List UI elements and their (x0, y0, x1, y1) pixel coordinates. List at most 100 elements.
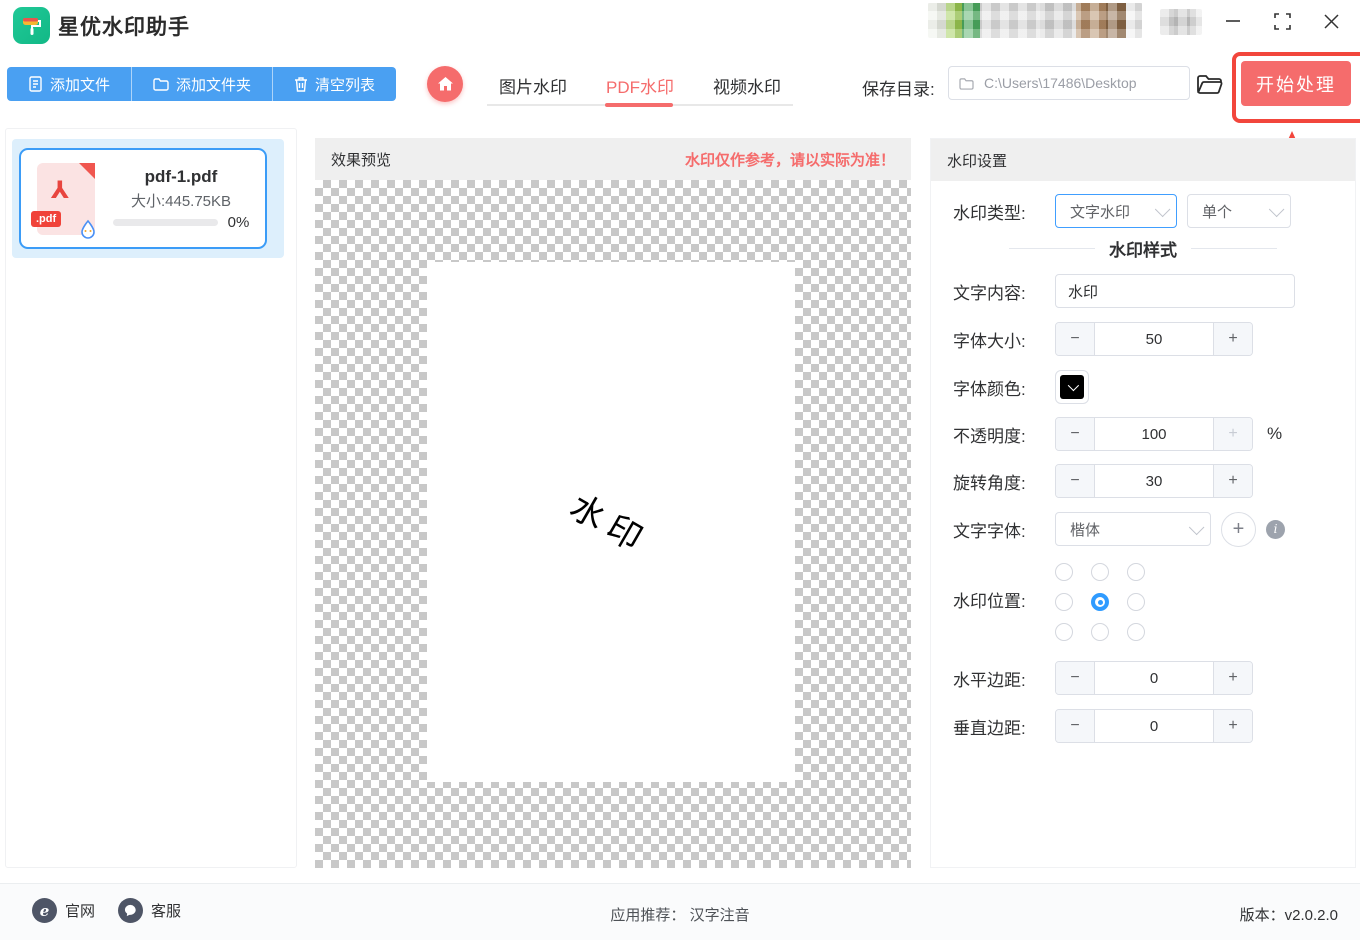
recommend-app-link[interactable]: 汉字注音 (690, 907, 750, 924)
watermark-drop-icon (79, 219, 97, 239)
censored-badge (1160, 9, 1202, 35)
text-content-label: 文字内容: (953, 283, 1026, 303)
clear-list-button[interactable]: 清空列表 (272, 67, 396, 101)
folder-icon (153, 77, 169, 91)
add-folder-button[interactable]: 添加文件夹 (131, 67, 272, 101)
v-margin-decrease-button[interactable]: − (1056, 710, 1095, 742)
chevron-down-icon (1154, 201, 1171, 217)
style-section-divider: 水印样式 (931, 235, 1355, 261)
h-margin-decrease-button[interactable]: − (1056, 662, 1095, 694)
color-swatch-black (1060, 375, 1084, 399)
v-margin-increase-button[interactable]: + (1213, 710, 1252, 742)
style-section-title: 水印样式 (1109, 240, 1177, 260)
version-text: 版本：v2.0.2.0 (1239, 907, 1338, 924)
h-margin-value[interactable]: 0 (1095, 662, 1213, 694)
pdf-badge: .pdf (31, 210, 62, 227)
tab-image-watermark[interactable]: 图片水印 (487, 67, 579, 107)
rotation-increase-button[interactable]: + (1213, 465, 1252, 497)
tab-pdf-watermark[interactable]: PDF水印 (594, 67, 686, 107)
preview-title: 效果预览 (331, 151, 392, 169)
pdf-file-icon: ⅄ .pdf (31, 162, 95, 239)
file-actions-group: 添加文件 添加文件夹 清空列表 (7, 67, 397, 101)
app-recommendation: 应用推荐： 汉字注音 (0, 904, 1360, 925)
watermark-mode-select[interactable]: 单个 (1187, 194, 1291, 228)
info-icon[interactable]: i (1266, 519, 1285, 539)
opacity-unit: % (1267, 424, 1283, 443)
position-radio-middle-left[interactable] (1055, 593, 1073, 611)
recommend-label: 应用推荐： (610, 907, 686, 924)
position-radio-top-left[interactable] (1055, 563, 1073, 581)
position-radio-bottom-right[interactable] (1127, 623, 1145, 641)
file-list-panel: ⅄ .pdf pdf-1.pdf 大小:445.75KB 0% (5, 128, 297, 868)
app-title: 星优水印助手 (58, 16, 190, 39)
rotation-label: 旋转角度: (953, 473, 1026, 493)
save-directory-field[interactable] (948, 66, 1190, 100)
file-progress-percent: 0% (227, 213, 250, 231)
watermark-type-label: 水印类型: (953, 203, 1026, 223)
trash-icon (294, 76, 308, 92)
font-size-value[interactable]: 50 (1095, 323, 1213, 355)
watermark-text-input[interactable] (1055, 274, 1295, 308)
tab-video-watermark[interactable]: 视频水印 (701, 67, 793, 107)
active-tab-indicator (605, 103, 673, 107)
font-size-decrease-button[interactable]: − (1056, 323, 1095, 355)
minimize-button[interactable] (1218, 8, 1248, 34)
vertical-margin-label: 垂直边距: (953, 718, 1026, 738)
home-icon (437, 76, 454, 92)
font-family-label: 文字字体: (953, 521, 1026, 541)
pdf-page-preview: 水印 (427, 262, 795, 782)
opacity-decrease-button[interactable]: − (1056, 418, 1095, 450)
rotation-stepper: − 30 + (1055, 464, 1253, 498)
chevron-down-icon (1188, 519, 1205, 535)
position-radio-middle-right[interactable] (1127, 593, 1145, 611)
font-size-increase-button[interactable]: + (1213, 323, 1252, 355)
watermark-preview-text: 水印 (562, 486, 656, 564)
opacity-value[interactable]: 100 (1095, 418, 1213, 450)
watermark-type-tabs: 图片水印 PDF水印 视频水印 (487, 67, 793, 107)
opacity-increase-button[interactable]: + (1213, 418, 1252, 450)
horizontal-margin-label: 水平边距: (953, 670, 1026, 690)
rotation-value[interactable]: 30 (1095, 465, 1213, 497)
document-icon (28, 76, 43, 92)
file-list-item[interactable]: ⅄ .pdf pdf-1.pdf 大小:445.75KB 0% (19, 148, 267, 249)
font-size-label: 字体大小: (953, 331, 1026, 351)
file-size: 大小:445.75KB (130, 192, 232, 210)
position-radio-top-center[interactable] (1091, 563, 1109, 581)
chevron-down-icon (1268, 201, 1285, 217)
horizontal-margin-stepper: − 0 + (1055, 661, 1253, 695)
app-logo-icon (13, 7, 50, 44)
settings-title: 水印设置 (947, 152, 1008, 170)
start-processing-button[interactable]: 开始处理 (1241, 61, 1351, 106)
watermark-type-select[interactable]: 文字水印 (1055, 194, 1177, 228)
v-margin-value[interactable]: 0 (1095, 710, 1213, 742)
h-margin-increase-button[interactable]: + (1213, 662, 1252, 694)
position-radio-top-right[interactable] (1127, 563, 1145, 581)
opacity-stepper: − 100 + (1055, 417, 1253, 451)
clear-list-label: 清空列表 (315, 76, 376, 94)
save-directory-label: 保存目录: (862, 80, 935, 99)
position-radio-bottom-center[interactable] (1091, 623, 1109, 641)
footer-bar: e 官网 客服 应用推荐： 汉字注音 版本：v2.0.2.0 (0, 883, 1360, 940)
font-size-stepper: − 50 + (1055, 322, 1253, 356)
censored-user-info (928, 3, 1142, 38)
add-font-button[interactable]: + (1221, 511, 1256, 547)
add-file-button[interactable]: 添加文件 (7, 67, 131, 101)
save-directory-input[interactable] (982, 74, 1179, 92)
add-file-label: 添加文件 (50, 76, 111, 94)
maximize-button[interactable] (1267, 8, 1297, 34)
preview-panel: 效果预览 水印仅作参考，请以实际为准！ 水印 (315, 138, 911, 868)
folder-small-icon (959, 77, 974, 90)
rotation-decrease-button[interactable]: − (1056, 465, 1095, 497)
close-button[interactable] (1316, 8, 1346, 34)
position-label: 水印位置: (953, 592, 1026, 611)
browse-folder-button[interactable] (1194, 70, 1224, 98)
position-radio-bottom-left[interactable] (1055, 623, 1073, 641)
home-button[interactable] (427, 66, 463, 102)
file-name: pdf-1.pdf (144, 166, 218, 186)
font-family-select[interactable]: 楷体 (1055, 512, 1211, 546)
vertical-margin-stepper: − 0 + (1055, 709, 1253, 743)
watermark-position-grid (1055, 563, 1145, 641)
font-color-picker[interactable] (1055, 370, 1089, 404)
position-radio-center[interactable] (1091, 593, 1109, 611)
preview-notice: 水印仅作参考，请以实际为准！ (684, 151, 895, 169)
